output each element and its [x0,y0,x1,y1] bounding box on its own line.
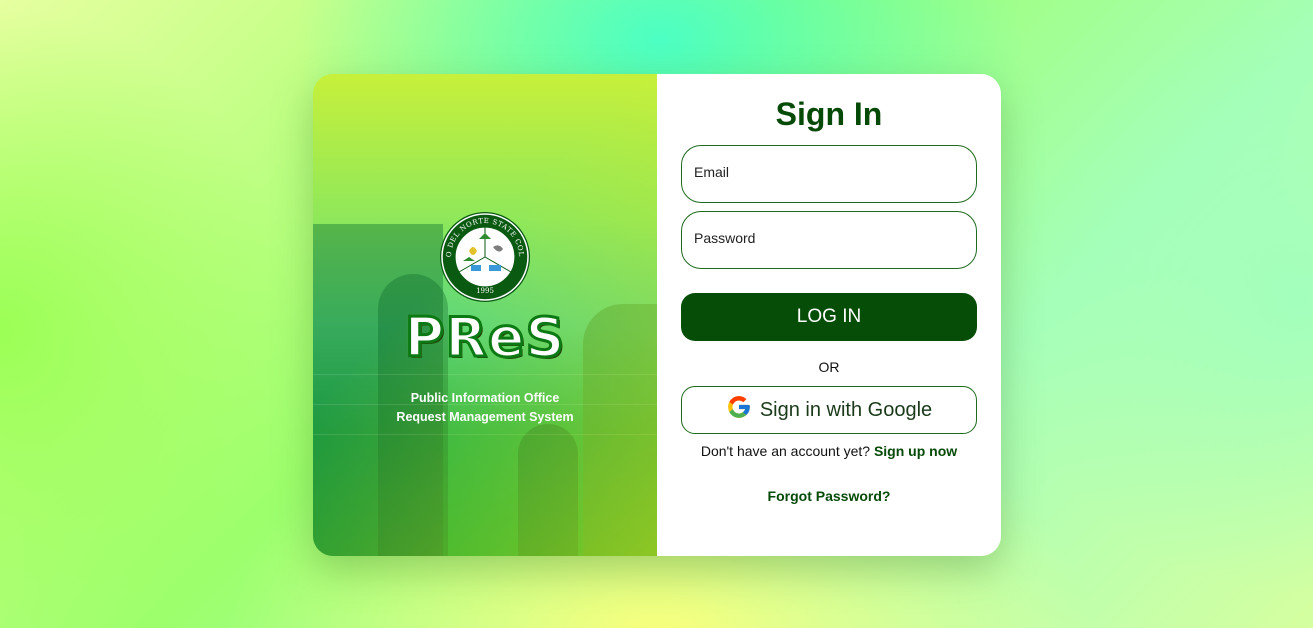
signup-link[interactable]: Sign up now [874,443,957,459]
login-button[interactable]: LOG IN [681,293,977,341]
google-icon [726,394,752,426]
seal-year: 1995 [476,287,494,295]
email-field-container [681,145,977,203]
signup-prompt: Don't have an account yet? Sign up now [657,443,1001,459]
app-logo-text: PReS [403,305,566,371]
sign-in-panel: Sign In LOG IN OR Sign in with Google Do… [657,74,1001,556]
email-field[interactable] [694,164,976,180]
login-card: 1995 DAVAO DEL NORTE STATE COLLEGE PReS … [313,74,1001,556]
google-button-label: Sign in with Google [759,398,933,421]
college-seal-logo: 1995 DAVAO DEL NORTE STATE COLLEGE [435,205,531,303]
branding-panel: 1995 DAVAO DEL NORTE STATE COLLEGE PReS … [313,74,657,556]
forgot-password-link[interactable]: Forgot Password? [657,488,1001,504]
signup-prompt-text: Don't have an account yet? [700,443,871,459]
google-sign-in-button[interactable]: Sign in with Google [681,386,977,434]
password-field-container [681,211,977,269]
password-field[interactable] [694,230,976,246]
page-title: Sign In [775,96,883,132]
or-divider: OR [818,359,840,375]
subtitle-line-1: Public Information Office [410,391,560,405]
subtitle-line-2: Request Management System [396,410,574,424]
app-subtitle: Public Information Office Request Manage… [313,389,657,427]
